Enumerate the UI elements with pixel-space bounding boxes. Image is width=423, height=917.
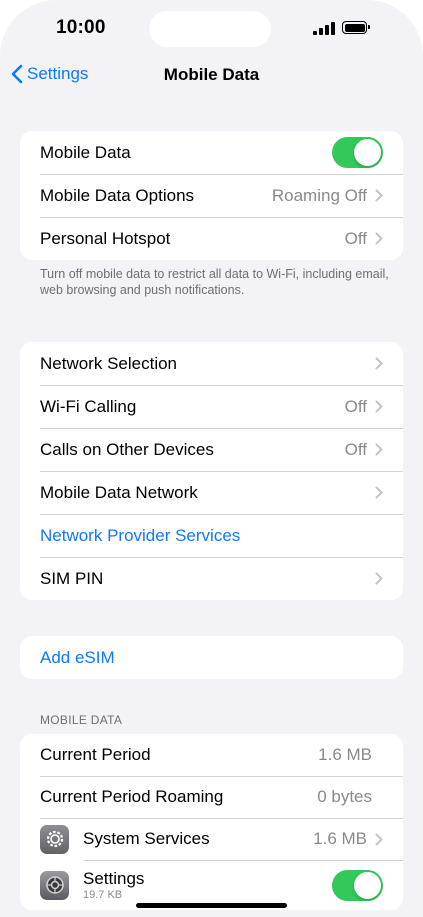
current-period-value: 1.6 MB: [318, 745, 372, 764]
chevron-right-icon: [375, 189, 383, 202]
chevron-right-icon: [375, 572, 383, 585]
mobile-data-network-label: Mobile Data Network: [40, 482, 198, 502]
settings-app-label: Settings: [83, 869, 145, 888]
current-period-roaming-value: 0 bytes: [317, 787, 372, 806]
current-period-roaming-row: Current Period Roaming 0 bytes: [20, 776, 403, 818]
settings-app-icon: [40, 870, 69, 900]
wifi-calling-label: Wi-Fi Calling: [40, 396, 137, 416]
usage-group: Current Period 1.6 MB Current Period Roa…: [20, 734, 403, 910]
status-time: 10:00: [56, 17, 106, 38]
mobile-data-network-row[interactable]: Mobile Data Network: [20, 471, 403, 514]
current-period-row: Current Period 1.6 MB: [20, 734, 403, 776]
chevron-right-icon: [375, 232, 383, 245]
dynamic-island: [149, 11, 271, 47]
add-esim-row[interactable]: Add eSIM: [20, 636, 403, 679]
chevron-right-icon: [375, 486, 383, 499]
calls-other-devices-row[interactable]: Calls on Other Devices Off: [20, 428, 403, 471]
settings-app-toggle[interactable]: [332, 869, 383, 901]
battery-icon: [342, 21, 370, 34]
personal-hotspot-label: Personal Hotspot: [40, 228, 171, 248]
mobile-data-options-value: Roaming Off: [271, 185, 367, 205]
personal-hotspot-row[interactable]: Personal Hotspot Off: [20, 217, 403, 260]
sim-pin-label: SIM PIN: [40, 568, 104, 588]
current-period-label: Current Period: [40, 745, 151, 764]
esim-group: Add eSIM: [20, 636, 403, 679]
gear-icon: [40, 824, 69, 854]
chevron-right-icon: [375, 357, 383, 370]
phone-screen: 10:00 Settings Mobile Data Mobile Data M…: [0, 0, 423, 917]
network-selection-row[interactable]: Network Selection: [20, 342, 403, 385]
wifi-calling-value: Off: [344, 396, 367, 416]
mobile-data-options-row[interactable]: Mobile Data Options Roaming Off: [20, 174, 403, 217]
home-indicator[interactable]: [136, 903, 287, 908]
chevron-right-icon: [375, 443, 383, 456]
page-title: Mobile Data: [163, 65, 260, 84]
cellular-signal-icon: [313, 22, 335, 35]
sim-pin-row[interactable]: SIM PIN: [20, 557, 403, 600]
calls-other-devices-value: Off: [344, 439, 367, 459]
system-services-row[interactable]: System Services 1.6 MB: [20, 818, 403, 860]
chevron-right-icon: [375, 833, 383, 845]
system-services-label: System Services: [83, 829, 210, 848]
add-esim-link[interactable]: Add eSIM: [40, 648, 383, 668]
mobile-data-label: Mobile Data: [40, 142, 131, 162]
settings-app-usage: 19.7 KB: [83, 889, 123, 901]
mobile-data-group: Mobile Data Mobile Data Options Roaming …: [20, 131, 403, 260]
mobile-data-footnote: Turn off mobile data to restrict all dat…: [40, 267, 389, 297]
calls-other-devices-label: Calls on Other Devices: [40, 439, 214, 459]
network-group: Network Selection Wi-Fi Calling Off Call…: [20, 342, 403, 600]
network-selection-label: Network Selection: [40, 353, 178, 373]
wifi-calling-row[interactable]: Wi-Fi Calling Off: [20, 385, 403, 428]
mobile-data-toggle[interactable]: [332, 137, 383, 168]
mobile-data-section-header: MOBILE DATA: [40, 713, 123, 727]
current-period-roaming-label: Current Period Roaming: [40, 787, 224, 806]
network-provider-services-link[interactable]: Network Provider Services: [40, 526, 383, 546]
network-provider-services-row[interactable]: Network Provider Services: [20, 514, 403, 557]
chevron-right-icon: [375, 400, 383, 413]
system-services-value: 1.6 MB: [313, 829, 367, 848]
mobile-data-row: Mobile Data: [20, 131, 403, 174]
personal-hotspot-value: Off: [344, 228, 367, 248]
mobile-data-options-label: Mobile Data Options: [40, 185, 195, 205]
